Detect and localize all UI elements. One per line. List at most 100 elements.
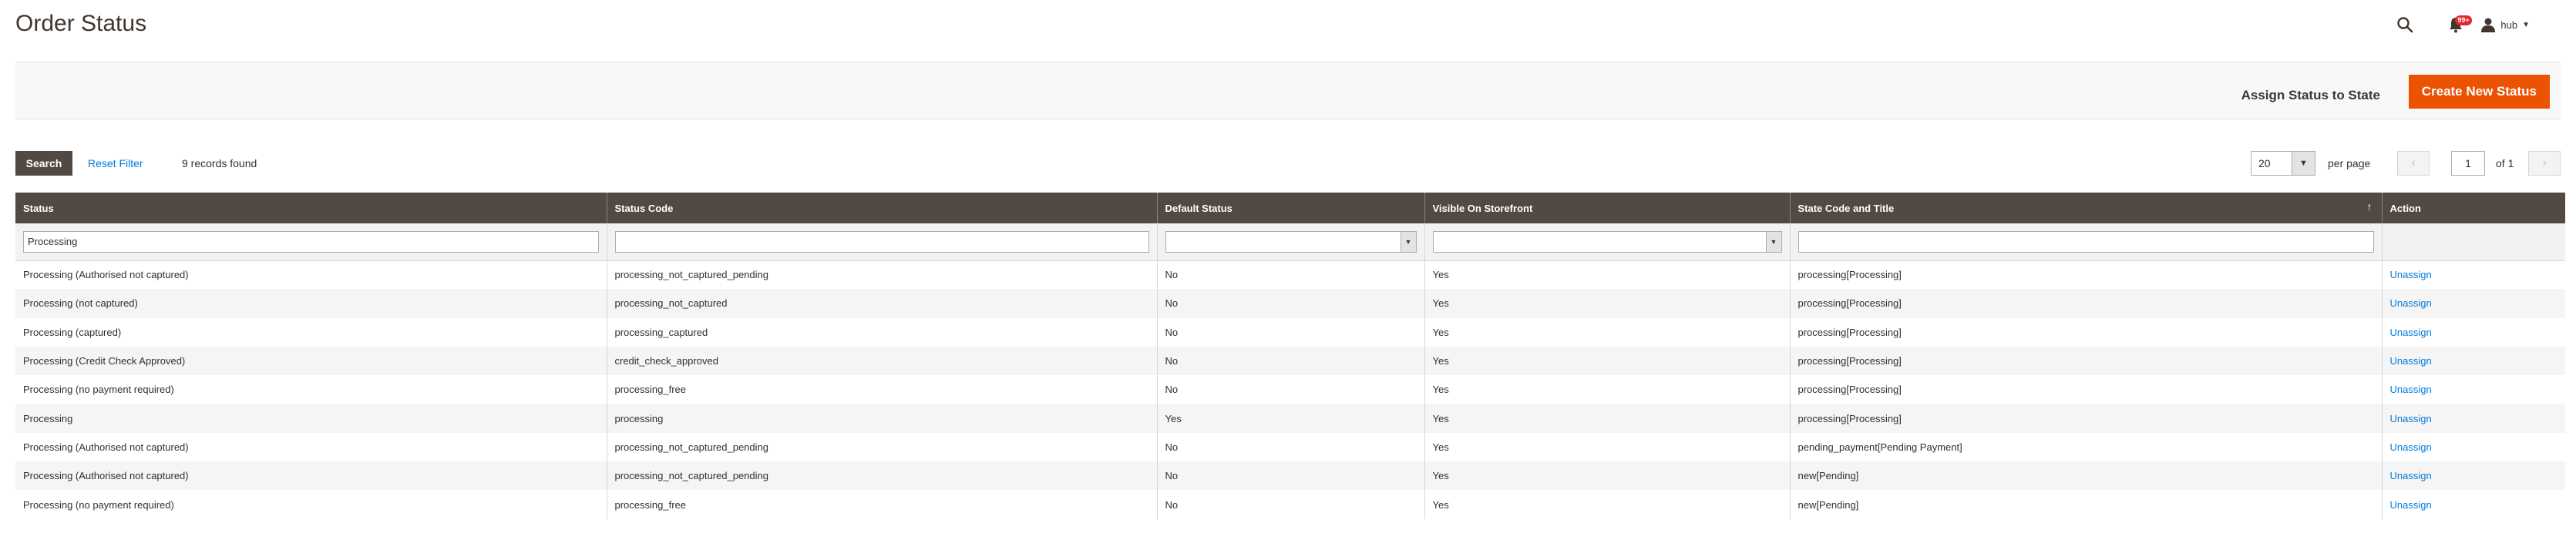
- table-row[interactable]: Processing (Authorised not captured) proc…: [15, 260, 2565, 290]
- cell-visible-on-storefront: Yes: [1424, 432, 1790, 462]
- unassign-link[interactable]: Unassign: [2390, 355, 2432, 367]
- cell-status: Processing (captured): [15, 317, 607, 347]
- page-actions-bar: Assign Status to State Create New Status: [15, 62, 2561, 119]
- filter-state-code-input[interactable]: [1797, 230, 2374, 253]
- unassign-link[interactable]: Unassign: [2390, 297, 2432, 309]
- cell-action: Unassign: [2381, 346, 2565, 376]
- sort-ascending-icon: ↑: [2366, 200, 2373, 213]
- reset-filter-link[interactable]: Reset Filter: [88, 157, 143, 169]
- cell-action: Unassign: [2381, 260, 2565, 290]
- cell-status: Processing: [15, 404, 607, 433]
- cell-state-code-and-title: processing[Processing]: [1789, 260, 2382, 290]
- cell-action: Unassign: [2381, 404, 2565, 433]
- filter-status-code-input[interactable]: [614, 230, 1149, 253]
- per-page-value: 20: [2258, 157, 2271, 169]
- grid-header-row: Status Status Code Default Status Visibl…: [15, 193, 2565, 223]
- grid-body: Processing (Authorised not captured) proc…: [15, 260, 2565, 519]
- cell-status: Processing (no payment required): [15, 375, 607, 404]
- cell-state-code-and-title: processing[Processing]: [1789, 317, 2382, 347]
- cell-default-status: No: [1156, 461, 1424, 491]
- table-row[interactable]: Processing (not captured) processing_not_…: [15, 289, 2565, 318]
- cell-default-status: No: [1156, 490, 1424, 519]
- next-page-button[interactable]: ›: [2528, 151, 2561, 176]
- per-page-select[interactable]: 20 ▼: [2251, 151, 2315, 176]
- filter-cell-state-code: [1789, 223, 2382, 261]
- table-row[interactable]: Processing (Credit Check Approved) credit…: [15, 346, 2565, 376]
- chevron-right-icon: ›: [2542, 156, 2547, 169]
- notifications-button[interactable]: 99+: [2442, 12, 2472, 37]
- cell-default-status: No: [1156, 260, 1424, 290]
- cell-state-code-and-title: new[Pending]: [1789, 461, 2382, 491]
- cell-default-status: No: [1156, 289, 1424, 318]
- column-header-default-status[interactable]: Default Status: [1156, 193, 1424, 223]
- cell-status-code: processing_not_captured_pending: [606, 461, 1157, 491]
- unassign-link[interactable]: Unassign: [2390, 499, 2432, 511]
- chevron-down-icon[interactable]: ▼: [2292, 152, 2315, 175]
- column-header-visible-on-storefront[interactable]: Visible On Storefront: [1424, 193, 1790, 223]
- table-row[interactable]: Processing (Authorised not captured) proc…: [15, 461, 2565, 491]
- column-header-status-code[interactable]: Status Code: [606, 193, 1157, 223]
- unassign-link[interactable]: Unassign: [2390, 470, 2432, 481]
- cell-state-code-and-title: processing[Processing]: [1789, 346, 2382, 376]
- chevron-down-icon: ▼: [2522, 20, 2530, 29]
- cell-state-code-and-title: processing[Processing]: [1789, 289, 2382, 318]
- filter-cell-default-status: ▼: [1156, 223, 1424, 261]
- column-header-state-code-and-title[interactable]: State Code and Title ↑: [1789, 193, 2382, 223]
- notifications-count-badge: 99+: [2455, 15, 2472, 25]
- unassign-link[interactable]: Unassign: [2390, 269, 2432, 280]
- global-search-button[interactable]: [2391, 12, 2419, 37]
- header-actions: 99+ hub ▼: [2391, 12, 2530, 37]
- user-menu[interactable]: hub ▼: [2480, 17, 2530, 32]
- filter-status-input[interactable]: Processing: [23, 230, 599, 253]
- search-icon: [2397, 17, 2413, 33]
- table-row[interactable]: Processing (captured) processing_captured…: [15, 317, 2565, 347]
- cell-state-code-and-title: processing[Processing]: [1789, 375, 2382, 404]
- assign-status-to-state-button[interactable]: Assign Status to State: [2228, 79, 2394, 112]
- records-found-count: 9 records found: [182, 157, 257, 169]
- cell-visible-on-storefront: Yes: [1424, 260, 1790, 290]
- cell-status-code: processing: [606, 404, 1157, 433]
- unassign-link[interactable]: Unassign: [2390, 384, 2432, 395]
- page-total-label: of 1: [2496, 157, 2514, 169]
- unassign-link[interactable]: Unassign: [2390, 413, 2432, 424]
- unassign-link[interactable]: Unassign: [2390, 327, 2432, 338]
- chevron-down-icon: ▼: [1400, 231, 1416, 252]
- search-button[interactable]: Search: [15, 151, 72, 176]
- cell-status-code: processing_captured: [606, 317, 1157, 347]
- cell-state-code-and-title: new[Pending]: [1789, 490, 2382, 519]
- page-title: Order Status: [15, 11, 147, 36]
- chevron-down-icon: ▼: [1765, 231, 1781, 252]
- cell-default-status: Yes: [1156, 404, 1424, 433]
- chevron-left-icon: ‹: [2411, 156, 2416, 169]
- cell-visible-on-storefront: Yes: [1424, 317, 1790, 347]
- cell-action: Unassign: [2381, 490, 2565, 519]
- table-row[interactable]: Processing (no payment required) processi…: [15, 375, 2565, 404]
- cell-visible-on-storefront: Yes: [1424, 490, 1790, 519]
- previous-page-button[interactable]: ‹: [2397, 151, 2430, 176]
- unassign-link[interactable]: Unassign: [2390, 441, 2432, 453]
- cell-visible-on-storefront: Yes: [1424, 289, 1790, 318]
- table-row[interactable]: Processing (no payment required) processi…: [15, 490, 2565, 519]
- filter-cell-status-code: [606, 223, 1157, 261]
- cell-status: Processing (Authorised not captured): [15, 461, 607, 491]
- filter-visible-on-storefront-select[interactable]: ▼: [1432, 230, 1782, 253]
- table-row[interactable]: Processing (Authorised not captured) proc…: [15, 432, 2565, 462]
- cell-default-status: No: [1156, 346, 1424, 376]
- cell-status-code: credit_check_approved: [606, 346, 1157, 376]
- cell-action: Unassign: [2381, 375, 2565, 404]
- cell-status: Processing (no payment required): [15, 490, 607, 519]
- cell-action: Unassign: [2381, 432, 2565, 462]
- cell-visible-on-storefront: Yes: [1424, 461, 1790, 491]
- create-new-status-button[interactable]: Create New Status: [2408, 75, 2550, 109]
- column-header-status[interactable]: Status: [15, 193, 607, 223]
- page-number-input[interactable]: 1: [2451, 151, 2485, 176]
- cell-visible-on-storefront: Yes: [1424, 404, 1790, 433]
- filter-default-status-select[interactable]: ▼: [1165, 230, 1417, 253]
- cell-status-code: processing_free: [606, 375, 1157, 404]
- cell-status: Processing (Credit Check Approved): [15, 346, 607, 376]
- cell-status-code: processing_not_captured_pending: [606, 432, 1157, 462]
- cell-status: Processing (Authorised not captured): [15, 432, 607, 462]
- cell-action: Unassign: [2381, 317, 2565, 347]
- per-page-label: per page: [2328, 157, 2371, 169]
- table-row[interactable]: Processing processing Yes Yes processing[Pro…: [15, 404, 2565, 433]
